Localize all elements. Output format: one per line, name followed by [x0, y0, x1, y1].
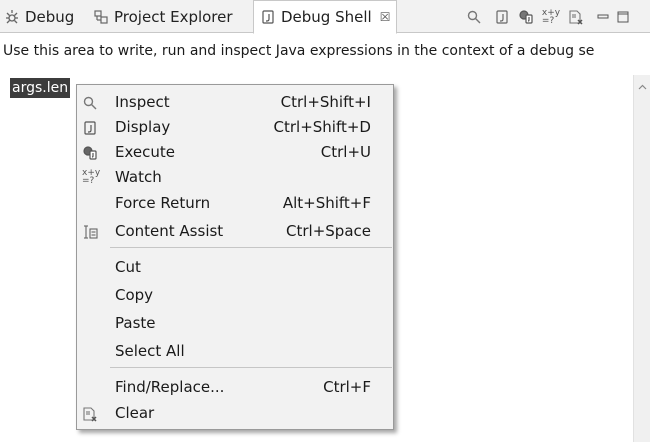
clear-icon	[82, 405, 98, 422]
tab-project-explorer[interactable]: Project Explorer	[93, 0, 233, 33]
display-icon	[82, 119, 98, 135]
menu-item-force-return[interactable]: Force Return Alt+Shift+F	[77, 191, 393, 215]
debug-bug-icon	[4, 9, 20, 25]
watch-icon: x+y =?	[82, 168, 101, 186]
display-icon[interactable]	[493, 8, 511, 26]
menu-separator	[110, 367, 392, 368]
menu-item-execute[interactable]: Execute Ctrl+U	[77, 140, 393, 164]
menu-item-copy[interactable]: Copy	[77, 283, 393, 307]
execute-icon	[82, 144, 98, 160]
scroll-up-icon[interactable]	[637, 78, 648, 90]
menu-item-content-assist[interactable]: Content Assist Ctrl+Space	[77, 219, 393, 243]
maximize-icon[interactable]	[614, 8, 632, 26]
menu-item-inspect[interactable]: Inspect Ctrl+Shift+I	[77, 90, 393, 114]
tab-debug[interactable]: Debug	[4, 0, 74, 33]
content-assist-icon	[82, 223, 98, 239]
debug-shell-icon	[260, 9, 276, 25]
close-icon[interactable]: ☒	[380, 10, 391, 24]
inspect-icon[interactable]	[465, 8, 483, 26]
inspect-icon	[82, 94, 98, 110]
minimize-icon[interactable]	[594, 8, 612, 26]
vertical-scrollbar[interactable]	[633, 75, 650, 442]
shell-description: Use this area to write, run and inspect …	[3, 43, 595, 59]
menu-item-watch[interactable]: x+y =? Watch	[77, 165, 393, 189]
menu-item-paste[interactable]: Paste	[77, 311, 393, 335]
execute-icon[interactable]	[517, 8, 535, 26]
tab-debug-shell[interactable]: Debug Shell ☒	[253, 0, 398, 34]
menu-item-find-replace[interactable]: Find/Replace... Ctrl+F	[77, 375, 393, 399]
menu-item-cut[interactable]: Cut	[77, 255, 393, 279]
menu-separator	[110, 247, 392, 248]
editor-selected-text[interactable]: args.len	[10, 78, 71, 98]
project-explorer-icon	[93, 9, 109, 25]
clear-icon[interactable]	[567, 8, 585, 26]
menu-item-clear[interactable]: Clear	[77, 401, 393, 425]
tab-debug-label: Debug	[25, 7, 75, 26]
menu-item-select-all[interactable]: Select All	[77, 339, 393, 363]
watch-icon[interactable]: x+y =?	[542, 8, 560, 26]
context-menu: Inspect Ctrl+Shift+I Display Ctrl+Shift+…	[76, 84, 394, 430]
tab-debug-shell-label: Debug Shell	[281, 8, 372, 26]
tab-project-explorer-label: Project Explorer	[114, 7, 233, 26]
menu-item-display[interactable]: Display Ctrl+Shift+D	[77, 115, 393, 139]
view-tab-bar: Debug Project Explorer Debug Shell ☒ x+y…	[0, 0, 650, 34]
